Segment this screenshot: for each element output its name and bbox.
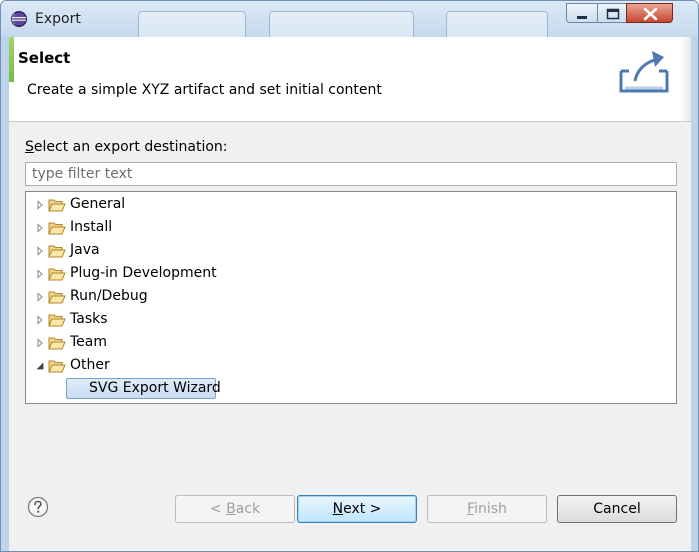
destination-tree[interactable]: General Install Java Plug-in Development — [25, 191, 677, 404]
tree-item-label: Tasks — [70, 311, 108, 327]
expand-arrow-icon[interactable] — [35, 269, 45, 279]
close-icon — [643, 7, 658, 21]
tree-item-plugin-development[interactable]: Plug-in Development — [26, 263, 676, 285]
expand-arrow-icon[interactable] — [35, 315, 45, 325]
back-button-prefix: < — [209, 501, 227, 517]
cancel-button[interactable]: Cancel — [557, 495, 677, 523]
tree-item-run-debug[interactable]: Run/Debug — [26, 286, 676, 308]
next-button-mnemonic: N — [332, 501, 344, 517]
expand-arrow-icon[interactable] — [35, 292, 45, 302]
tree-item-label: Java — [70, 242, 100, 258]
folder-icon — [48, 268, 66, 281]
tree-item-label: Team — [70, 334, 108, 350]
folder-icon — [48, 222, 66, 235]
finish-button-label: inish — [474, 501, 507, 517]
tree-item-label: Run/Debug — [70, 288, 148, 304]
expand-arrow-icon[interactable] — [35, 246, 45, 256]
tree-item-label: SVG Export Wizard — [89, 380, 221, 396]
tree-item-general[interactable]: General — [26, 194, 676, 216]
back-button-label: ack — [235, 501, 261, 517]
folder-icon — [48, 199, 66, 212]
expand-arrow-icon[interactable] — [35, 223, 45, 233]
tree-item-label: Plug-in Development — [70, 265, 217, 281]
back-button[interactable]: < Back — [175, 495, 295, 523]
back-button-mnemonic: B — [226, 501, 236, 517]
header-edge-shading — [681, 37, 691, 121]
collapse-arrow-icon[interactable] — [35, 361, 45, 371]
wizard-content: Select an export destination: General In… — [9, 122, 691, 480]
maximize-icon — [606, 8, 620, 20]
title-bar[interactable]: Export — [1, 1, 698, 41]
destination-label-mnemonic: S — [25, 139, 34, 155]
minimize-button[interactable] — [566, 3, 598, 23]
destination-label-text: elect an export destination: — [33, 139, 228, 155]
help-icon[interactable] — [27, 496, 49, 518]
expand-arrow-icon[interactable] — [35, 200, 45, 210]
folder-icon — [48, 314, 66, 327]
folder-open-icon — [48, 360, 66, 373]
wizard-header: Select Create a simple XYZ artifact and … — [9, 37, 691, 122]
tree-item-svg-export-wizard[interactable]: SVG Export Wizard — [66, 378, 221, 399]
next-button-label: ext > — [343, 501, 382, 517]
tree-item-label: Install — [70, 219, 113, 235]
folder-icon — [48, 291, 66, 304]
folder-icon — [48, 245, 66, 258]
page-title: Select — [18, 49, 71, 67]
eclipse-icon — [11, 11, 27, 27]
window-title: Export — [35, 11, 81, 27]
tree-item-label: General — [70, 196, 126, 212]
export-wizard-banner-icon — [619, 51, 669, 93]
tree-item-tasks[interactable]: Tasks — [26, 309, 676, 331]
finish-button[interactable]: Finish — [427, 495, 547, 523]
tree-item-team[interactable]: Team — [26, 332, 676, 354]
page-description: Create a simple XYZ artifact and set ini… — [27, 82, 382, 98]
next-button[interactable]: Next > — [297, 495, 417, 523]
tree-item-install[interactable]: Install — [26, 217, 676, 239]
minimize-icon — [577, 16, 587, 19]
tree-item-java[interactable]: Java — [26, 240, 676, 262]
destination-label: Select an export destination: — [25, 139, 228, 155]
export-dialog: Export Select Create a simple XYZ artifa… — [0, 0, 699, 552]
close-button[interactable] — [626, 3, 673, 23]
filter-input[interactable] — [25, 162, 677, 186]
folder-icon — [48, 337, 66, 350]
maximize-button[interactable] — [597, 3, 627, 23]
wizard-button-bar: < Back Next > Finish Cancel — [9, 480, 691, 551]
header-accent-bar — [9, 37, 14, 82]
tree-item-other[interactable]: Other — [26, 355, 676, 377]
cancel-button-label: Cancel — [593, 501, 641, 517]
expand-arrow-icon[interactable] — [35, 338, 45, 348]
tree-item-label: Other — [70, 357, 110, 373]
